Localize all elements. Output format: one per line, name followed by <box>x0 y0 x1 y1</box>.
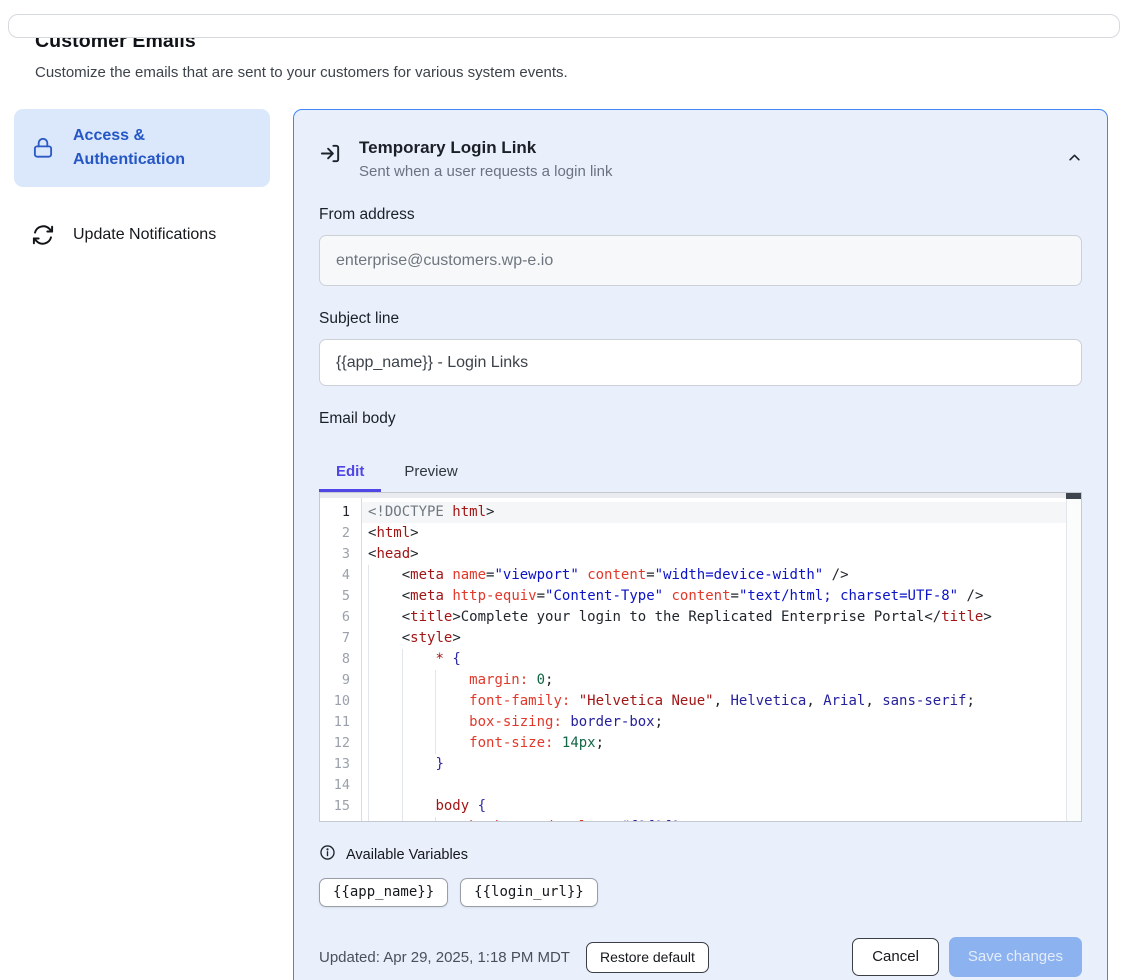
updated-timestamp: Updated: Apr 29, 2025, 1:18 PM MDT <box>319 949 570 966</box>
variable-chip[interactable]: {{login_url}} <box>460 878 598 907</box>
sidebar-item-access-authentication[interactable]: Access & Authentication <box>14 109 270 187</box>
panel-footer: Updated: Apr 29, 2025, 1:18 PM MDT Resto… <box>319 937 1082 977</box>
editor-scrollbar-thumb[interactable] <box>1066 493 1081 499</box>
line-number: 6 <box>320 607 361 628</box>
info-icon <box>319 844 336 866</box>
code-line[interactable]: } <box>362 754 1066 775</box>
email-body-label: Email body <box>319 410 1082 428</box>
panel-title: Temporary Login Link <box>359 138 612 158</box>
variable-chips: {{app_name}} {{login_url}} <box>319 878 1082 907</box>
previous-card-edge <box>8 14 1120 38</box>
code-line[interactable]: <meta name="viewport" content="width=dev… <box>362 565 1066 586</box>
sidebar-item-label: Update Notifications <box>73 223 216 247</box>
cancel-button[interactable]: Cancel <box>852 938 939 976</box>
available-variables-label: Available Variables <box>346 847 468 863</box>
sync-icon <box>30 222 56 248</box>
tab-edit[interactable]: Edit <box>319 452 381 492</box>
code-line[interactable]: <!DOCTYPE html> <box>362 502 1066 523</box>
panel-subtitle: Sent when a user requests a login link <box>359 163 612 180</box>
code-editor[interactable]: 12345678910111213141516 <!DOCTYPE html><… <box>319 492 1082 822</box>
editor-code[interactable]: <!DOCTYPE html><html><head> <meta name="… <box>362 493 1066 821</box>
line-number: 1 <box>320 502 361 523</box>
code-line[interactable]: background-color: #f9f9f9; <box>362 817 1066 821</box>
tab-preview[interactable]: Preview <box>387 452 474 492</box>
code-line[interactable]: margin: 0; <box>362 670 1066 691</box>
line-number: 16 <box>320 817 361 822</box>
page-subtitle: Customize the emails that are sent to yo… <box>35 64 1128 81</box>
subject-line-input[interactable] <box>319 339 1082 386</box>
code-line[interactable]: box-sizing: border-box; <box>362 712 1066 733</box>
line-number: 7 <box>320 628 361 649</box>
code-line[interactable]: <head> <box>362 544 1066 565</box>
sidebar-item-label: Access & Authentication <box>73 124 254 172</box>
line-number: 2 <box>320 523 361 544</box>
code-line[interactable]: <title>Complete your login to the Replic… <box>362 607 1066 628</box>
email-template-panel: Temporary Login Link Sent when a user re… <box>293 109 1108 980</box>
panel-header: Temporary Login Link Sent when a user re… <box>319 132 1082 182</box>
code-line[interactable]: font-family: "Helvetica Neue", Helvetica… <box>362 691 1066 712</box>
code-line[interactable]: <meta http-equiv="Content-Type" content=… <box>362 586 1066 607</box>
code-line[interactable]: font-size: 14px; <box>362 733 1066 754</box>
sidebar: Access & Authentication Update Notificati… <box>14 109 270 263</box>
editor-scrollbar-track <box>320 493 1081 498</box>
line-number: 5 <box>320 586 361 607</box>
line-number: 15 <box>320 796 361 817</box>
from-address-label: From address <box>319 206 1082 224</box>
code-line[interactable]: body { <box>362 796 1066 817</box>
editor-line-numbers: 12345678910111213141516 <box>320 493 362 821</box>
restore-default-button[interactable]: Restore default <box>586 942 709 973</box>
subject-line-label: Subject line <box>319 310 1082 328</box>
line-number: 9 <box>320 670 361 691</box>
chevron-up-icon[interactable] <box>1067 150 1082 170</box>
save-changes-button[interactable]: Save changes <box>949 937 1082 977</box>
line-number: 13 <box>320 754 361 775</box>
login-icon <box>319 142 342 170</box>
editor-scrollbar-gutter <box>1066 498 1081 821</box>
line-number: 10 <box>320 691 361 712</box>
line-number: 14 <box>320 775 361 796</box>
line-number: 8 <box>320 649 361 670</box>
lock-icon <box>30 135 56 161</box>
code-line[interactable]: * { <box>362 649 1066 670</box>
from-address-input[interactable] <box>319 235 1082 286</box>
code-line[interactable]: <html> <box>362 523 1066 544</box>
line-number: 11 <box>320 712 361 733</box>
line-number: 4 <box>320 565 361 586</box>
line-number: 12 <box>320 733 361 754</box>
code-line[interactable] <box>362 775 1066 796</box>
variable-chip[interactable]: {{app_name}} <box>319 878 448 907</box>
sidebar-item-update-notifications[interactable]: Update Notifications <box>14 207 270 263</box>
email-body-tabs: EditPreview <box>319 452 1082 492</box>
line-number: 3 <box>320 544 361 565</box>
code-line[interactable]: <style> <box>362 628 1066 649</box>
